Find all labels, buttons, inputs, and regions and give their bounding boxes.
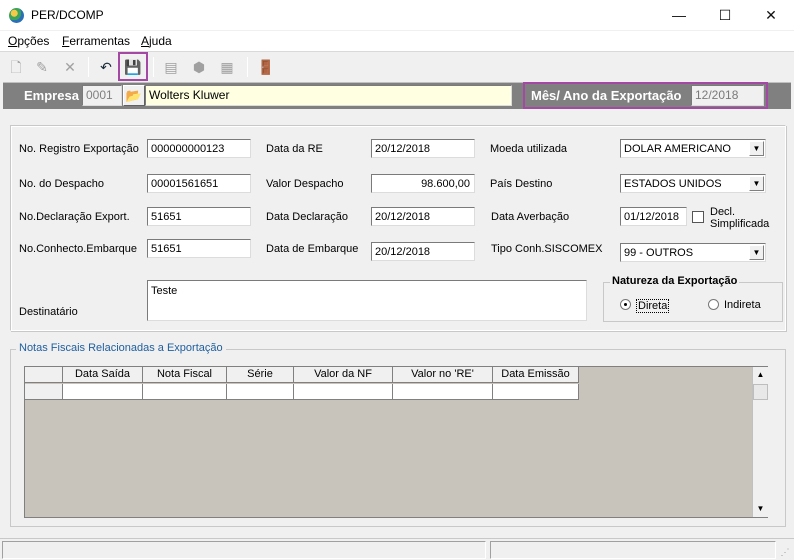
- data-re-field[interactable]: 20/12/2018: [371, 139, 475, 158]
- empresa-code-field[interactable]: 0001: [82, 85, 122, 106]
- status-panel: [2, 541, 486, 559]
- grid-cell[interactable]: [143, 384, 227, 400]
- grid-cell[interactable]: [493, 384, 579, 400]
- status-panel: [490, 541, 776, 559]
- delete-icon[interactable]: ✕: [59, 56, 81, 78]
- toolbar-separator: [153, 57, 154, 77]
- despacho-field[interactable]: 00001561651: [147, 174, 251, 193]
- export-icon[interactable]: ▦: [216, 56, 238, 78]
- scroll-thumb[interactable]: [753, 384, 768, 400]
- menu-opcoes[interactable]: Opções: [8, 34, 49, 48]
- despacho-label: No. do Despacho: [19, 178, 104, 190]
- open-folder-icon[interactable]: 📂: [123, 85, 145, 106]
- save-icon[interactable]: 💾: [122, 56, 144, 78]
- resize-grip-icon[interactable]: ⋰: [778, 545, 792, 559]
- direta-radio[interactable]: [620, 299, 631, 310]
- grid-corner-header: [25, 367, 63, 383]
- pais-value: ESTADOS UNIDOS: [624, 178, 722, 190]
- toolbar: 🗋 ✎ ✕ ↶ 💾 ▤ ⬢ ▦ 🚪: [0, 51, 794, 82]
- conhecto-label: No.Conhecto.Embarque: [19, 243, 138, 255]
- indireta-label[interactable]: Indireta: [724, 299, 761, 311]
- chevron-down-icon[interactable]: ▼: [749, 141, 764, 156]
- natureza-title: Natureza da Exportação: [610, 275, 740, 287]
- data-declaracao-label: Data Declaração: [266, 211, 348, 223]
- print-icon[interactable]: ⬢: [188, 56, 210, 78]
- registro-field[interactable]: 000000000123: [147, 139, 251, 158]
- empresa-label: Empresa: [24, 88, 79, 103]
- menu-ferramentas[interactable]: Ferramentas: [62, 34, 130, 48]
- col-valor-nf[interactable]: Valor da NF: [294, 367, 393, 383]
- undo-icon[interactable]: ↶: [95, 56, 117, 78]
- scroll-up-icon[interactable]: ▲: [753, 367, 768, 383]
- declaracao-label: No.Declaração Export.: [19, 211, 130, 223]
- valor-despacho-field[interactable]: 98.600,00: [371, 174, 475, 193]
- exit-door-icon[interactable]: 🚪: [255, 56, 277, 78]
- tipo-conh-label: Tipo Conh.SISCOMEX: [491, 243, 603, 255]
- chevron-down-icon[interactable]: ▼: [749, 245, 764, 260]
- app-icon: [9, 8, 24, 23]
- decl-simplificada-label: Decl. Simplificada: [710, 206, 770, 230]
- decl-simplificada-checkbox[interactable]: [692, 211, 704, 223]
- chevron-down-icon[interactable]: ▼: [749, 176, 764, 191]
- edit-icon[interactable]: ✎: [31, 56, 53, 78]
- maximize-button[interactable]: ☐: [702, 0, 748, 31]
- col-serie[interactable]: Série: [227, 367, 294, 383]
- tipo-conh-select[interactable]: 99 - OUTROS ▼: [620, 243, 766, 262]
- grid-cell[interactable]: [294, 384, 393, 400]
- grid-cell[interactable]: [227, 384, 294, 400]
- destinatario-textarea[interactable]: Teste: [147, 280, 587, 321]
- data-averbacao-field[interactable]: 01/12/2018: [620, 207, 687, 226]
- window-title: PER/DCOMP: [31, 8, 104, 22]
- valor-despacho-label: Valor Despacho: [266, 178, 344, 190]
- moeda-select[interactable]: DOLAR AMERICANO ▼: [620, 139, 766, 158]
- data-declaracao-field[interactable]: 20/12/2018: [371, 207, 475, 226]
- indireta-radio[interactable]: [708, 299, 719, 310]
- toolbar-separator: [88, 57, 89, 77]
- mes-ano-label: Mês/ Ano da Exportação: [531, 88, 682, 103]
- tipo-conh-value: 99 - OUTROS: [624, 247, 694, 259]
- col-valor-re[interactable]: Valor no 'RE': [393, 367, 493, 383]
- menu-ajuda[interactable]: Ajuda: [141, 34, 172, 48]
- moeda-value: DOLAR AMERICANO: [624, 143, 731, 155]
- new-icon[interactable]: 🗋: [5, 56, 27, 78]
- toolbar-separator: [247, 57, 248, 77]
- registro-label: No. Registro Exportação: [19, 143, 139, 155]
- grid-cell[interactable]: [393, 384, 493, 400]
- moeda-label: Moeda utilizada: [490, 143, 568, 155]
- empresa-name-field[interactable]: Wolters Kluwer: [145, 85, 512, 106]
- col-data-saida[interactable]: Data Saída: [63, 367, 143, 383]
- minimize-button[interactable]: —: [656, 0, 702, 31]
- mes-ano-field[interactable]: 12/2018: [691, 85, 764, 106]
- data-embarque-label: Data de Embarque: [266, 243, 359, 255]
- declaracao-field[interactable]: 51651: [147, 207, 251, 226]
- grid-row-indicator[interactable]: [25, 384, 63, 400]
- scroll-down-icon[interactable]: ▼: [753, 501, 768, 517]
- close-button[interactable]: ✕: [748, 0, 794, 31]
- data-embarque-field[interactable]: 20/12/2018: [371, 242, 475, 261]
- pais-select[interactable]: ESTADOS UNIDOS ▼: [620, 174, 766, 193]
- report-icon[interactable]: ▤: [160, 56, 182, 78]
- data-re-label: Data da RE: [266, 143, 323, 155]
- title-bar: PER/DCOMP — ☐ ✕: [0, 0, 794, 31]
- col-nota-fiscal[interactable]: Nota Fiscal: [143, 367, 227, 383]
- menu-bar: Opções Ferramentas Ajuda: [0, 31, 794, 51]
- data-averbacao-label: Data Averbação: [491, 211, 570, 223]
- conhecto-field[interactable]: 51651: [147, 239, 251, 258]
- destinatario-label: Destinatário: [19, 306, 78, 318]
- notas-title: Notas Fiscais Relacionadas a Exportação: [16, 342, 226, 354]
- status-bar: ⋰: [0, 538, 794, 560]
- notas-grid[interactable]: Data Saída Nota Fiscal Série Valor da NF…: [24, 366, 768, 518]
- grid-cell[interactable]: [63, 384, 143, 400]
- col-data-emissao[interactable]: Data Emissão: [493, 367, 579, 383]
- pais-label: País Destino: [490, 178, 553, 190]
- direta-label[interactable]: Direta: [636, 299, 670, 313]
- grid-vertical-scrollbar[interactable]: ▲ ▼: [752, 367, 768, 517]
